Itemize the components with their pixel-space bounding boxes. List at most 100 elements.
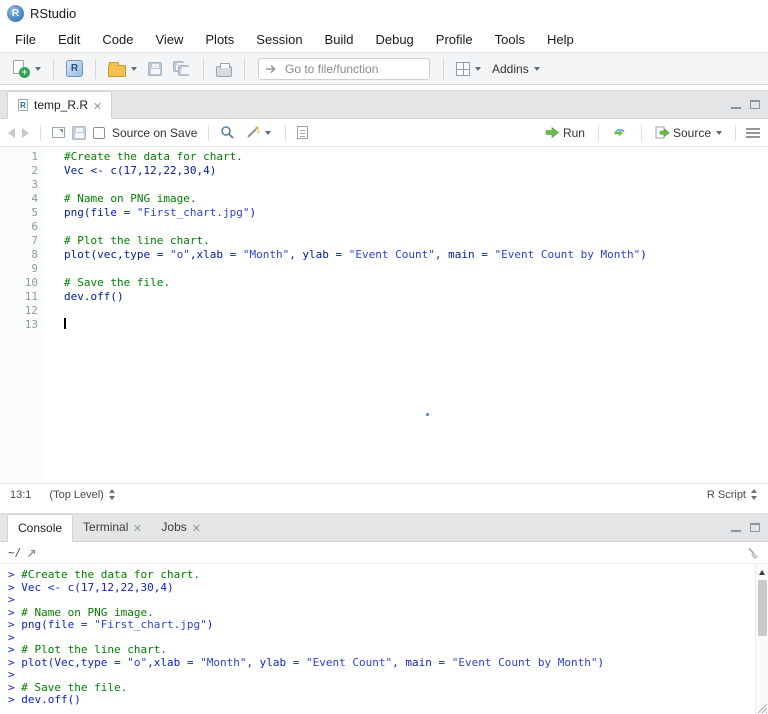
stray-dot [426, 413, 429, 416]
maximize-pane-icon[interactable] [750, 523, 760, 532]
menu-debug[interactable]: Debug [364, 28, 424, 51]
open-file-button[interactable] [105, 59, 140, 79]
goto-directory-icon[interactable] [26, 547, 38, 559]
run-button[interactable]: Run [542, 124, 588, 142]
compile-report-icon[interactable] [297, 126, 309, 139]
chevron-down-icon [265, 130, 272, 135]
code-line[interactable] [64, 262, 768, 276]
rerun-icon [614, 128, 625, 136]
forward-icon[interactable] [22, 127, 29, 138]
code-line[interactable]: Vec <- c(17,12,22,30,4) [64, 164, 768, 178]
save-all-button[interactable] [170, 59, 194, 79]
menu-help[interactable]: Help [536, 28, 585, 51]
code-line[interactable]: # Save the file. [64, 276, 768, 290]
show-in-new-window-icon[interactable] [52, 127, 65, 138]
updown-icon [108, 489, 116, 500]
run-icon [545, 126, 559, 139]
title-bar: R RStudio [0, 0, 768, 26]
back-icon[interactable] [8, 127, 15, 138]
pane-controls [731, 523, 768, 532]
code-line[interactable]: # Plot the line chart. [64, 234, 768, 248]
tab-temp-rr[interactable]: R temp_R.R [7, 91, 113, 119]
goto-file-input[interactable] [258, 57, 430, 80]
r-file-icon: R [18, 99, 28, 111]
line-number: 12 [24, 304, 38, 317]
goto-file-wrap [258, 57, 430, 80]
console-tabstrip: Console Terminal Jobs [0, 513, 768, 542]
source-on-save-checkbox[interactable] [93, 126, 105, 139]
separator [735, 124, 736, 141]
code-line[interactable]: png(file = "First_chart.jpg") [64, 206, 768, 220]
source-icon [655, 126, 670, 139]
clear-console-broom-icon[interactable] [746, 546, 760, 560]
scope-label: (Top Level) [49, 488, 104, 501]
save-all-icon [173, 60, 191, 77]
pane-layout-button[interactable] [453, 60, 484, 78]
code-line[interactable] [64, 220, 768, 234]
close-icon[interactable] [134, 524, 141, 531]
document-outline-icon[interactable] [746, 127, 760, 130]
addins-label: Addins [492, 61, 529, 76]
menu-file[interactable]: File [4, 28, 47, 51]
chevron-down-icon [35, 66, 41, 71]
scrollbar-thumb[interactable] [758, 580, 767, 636]
maximize-pane-icon[interactable] [750, 100, 760, 109]
new-project-button[interactable]: R [63, 58, 86, 79]
code-line[interactable] [64, 304, 768, 318]
close-icon[interactable] [94, 102, 101, 109]
save-button[interactable] [145, 60, 165, 78]
rerun-button[interactable] [609, 124, 631, 142]
minimize-pane-icon[interactable] [731, 101, 741, 109]
line-number: 6 [31, 220, 38, 233]
menu-plots[interactable]: Plots [194, 28, 245, 51]
file-type-selector[interactable]: R Script [707, 489, 758, 501]
tab-title: temp_R.R [34, 98, 89, 112]
code-tools-button[interactable] [242, 123, 274, 142]
save-icon[interactable] [72, 125, 86, 140]
pane-controls [731, 100, 768, 109]
rstudio-window: R RStudio File Edit Code View Plots Session Bu… [0, 0, 768, 714]
close-icon[interactable] [193, 524, 200, 531]
source-button[interactable]: Source [652, 124, 725, 142]
tab-console[interactable]: Console [7, 514, 74, 542]
code-line[interactable]: #Create the data for chart. [64, 150, 768, 164]
chevron-down-icon [475, 66, 481, 71]
menu-view[interactable]: View [144, 28, 194, 51]
separator [244, 58, 245, 79]
console[interactable]: > #Create the data for chart. > Vec <- c(… [0, 564, 768, 714]
project-icon: R [66, 60, 83, 77]
console-scrollbar[interactable] [755, 564, 768, 714]
menu-tools[interactable]: Tools [484, 28, 536, 51]
console-line: > Vec <- c(17,12,22,30,4) [8, 580, 174, 594]
code-line[interactable]: plot(vec,type = "o",xlab = "Month", ylab… [64, 248, 768, 262]
working-directory: ~/ [8, 546, 22, 559]
menu-edit[interactable]: Edit [47, 28, 91, 51]
code-line[interactable] [64, 318, 768, 332]
menu-build[interactable]: Build [314, 28, 365, 51]
console-line: > # Save the file. [8, 680, 128, 694]
tab-terminal[interactable]: Terminal [73, 513, 151, 541]
new-file-button[interactable]: + [8, 57, 44, 80]
minimize-pane-icon[interactable] [731, 524, 741, 532]
addins-button[interactable]: Addins [489, 60, 543, 78]
console-output: > #Create the data for chart. > Vec <- c(… [0, 564, 768, 707]
new-file-icon: + [11, 59, 30, 78]
pane-grid-icon [456, 61, 470, 76]
tab-label: Jobs [161, 520, 187, 534]
goto-arrow-icon [266, 64, 276, 73]
code-line[interactable]: dev.off() [64, 290, 768, 304]
find-icon[interactable] [220, 125, 235, 140]
editor-code[interactable]: #Create the data for chart. Vec <- c(17,1… [46, 147, 768, 483]
tab-jobs[interactable]: Jobs [151, 513, 209, 541]
resize-grip[interactable] [756, 702, 768, 714]
menu-session[interactable]: Session [245, 28, 313, 51]
menu-profile[interactable]: Profile [425, 28, 484, 51]
print-button[interactable] [213, 59, 235, 79]
scroll-up-button[interactable] [756, 566, 768, 578]
code-editor[interactable]: 1 2 3 4 5 6 7 8 9 10 11 12 13 #Create the data for c… [0, 147, 768, 483]
scope-selector[interactable]: (Top Level) [49, 489, 115, 501]
code-line[interactable]: # Name on PNG image. [64, 192, 768, 206]
code-line[interactable] [64, 178, 768, 192]
separator [203, 58, 204, 79]
menu-code[interactable]: Code [91, 28, 144, 51]
